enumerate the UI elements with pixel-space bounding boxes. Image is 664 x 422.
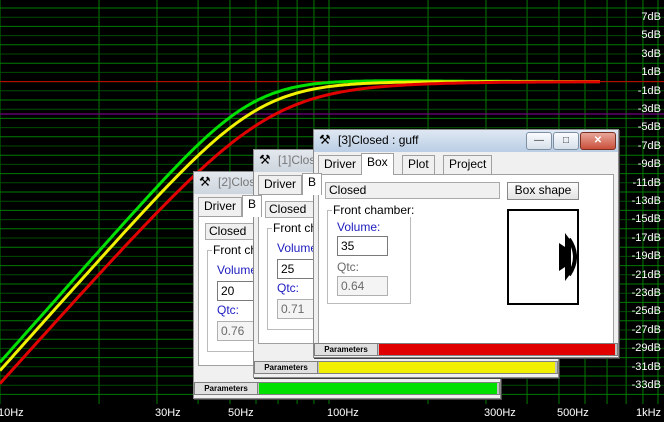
y-axis-label: -21dB <box>631 268 661 281</box>
y-axis-label: -33dB <box>631 379 661 391</box>
curve-color-swatch <box>379 344 615 355</box>
tab-driver[interactable]: Driver <box>318 155 362 174</box>
tab-project[interactable]: Project <box>443 155 493 174</box>
x-axis-label: 50Hz <box>227 407 254 419</box>
status-bar: Parameters <box>254 361 558 374</box>
y-axis-label: -13dB <box>631 195 661 207</box>
window-title: [1]Clos <box>278 153 316 167</box>
tab-driver[interactable]: Driver <box>258 175 302 194</box>
y-axis-label: -1dB <box>637 84 661 97</box>
tab-plot[interactable]: Plot <box>402 155 435 174</box>
x-axis-label: 10Hz <box>0 407 24 419</box>
y-axis-label: 3dB <box>641 47 661 60</box>
tab-box[interactable]: B <box>302 173 323 195</box>
y-axis-label: 7dB <box>641 11 661 23</box>
x-axis-label: 1kHz <box>636 407 662 419</box>
qtc-label: Qtc: <box>337 260 360 274</box>
title-bar[interactable]: ⚒ [3]Closed : guff — □ ✕ <box>314 130 618 152</box>
y-axis-label: -31dB <box>631 360 661 373</box>
y-axis-label: -7dB <box>637 139 661 152</box>
app-icon: ⚒ <box>259 152 271 167</box>
y-axis-label: -23dB <box>631 287 661 299</box>
minimize-button[interactable]: — <box>526 132 552 150</box>
qtc-label: Qtc: <box>217 303 240 317</box>
box-panel: Closed Box shape Front chamber: Volume: … <box>318 174 614 344</box>
y-axis-label: -19dB <box>631 250 661 263</box>
tab-driver[interactable]: Driver <box>198 197 242 216</box>
tab-box[interactable]: B <box>242 195 263 217</box>
y-axis-label: -9dB <box>637 158 661 171</box>
app-icon: ⚒ <box>319 132 331 147</box>
y-axis-label: -29dB <box>631 342 661 355</box>
box-shape-button[interactable]: Box shape <box>507 182 579 200</box>
status-bar: Parameters <box>314 343 618 356</box>
x-axis-label: 500Hz <box>556 407 589 419</box>
qtc-label: Qtc: <box>277 281 300 295</box>
y-axis-label: 1dB <box>641 66 661 79</box>
parameters-button[interactable]: Parameters <box>315 344 378 355</box>
y-axis-label: 5dB <box>641 29 661 42</box>
front-chamber-group: Front chamber: Volume: 35 Qtc: 0.64 <box>327 203 416 304</box>
volume-label: Volume: <box>337 220 381 234</box>
curve-color-swatch <box>319 362 555 373</box>
y-axis-label: -3dB <box>637 103 661 115</box>
status-bar: Parameters <box>194 382 500 395</box>
box-type-field: Closed <box>325 182 500 199</box>
y-axis-label: -11dB <box>632 176 661 189</box>
close-button[interactable]: ✕ <box>580 132 616 150</box>
maximize-button[interactable]: □ <box>553 132 579 150</box>
y-axis-label: -17dB <box>631 231 661 244</box>
volume-input[interactable]: 35 <box>337 236 388 256</box>
box-shape-diagram <box>507 209 579 305</box>
app-icon: ⚒ <box>199 174 211 189</box>
front-chamber-label: Front chamber: <box>332 203 416 217</box>
tab-box[interactable]: Box <box>361 153 394 175</box>
parameters-button[interactable]: Parameters <box>255 362 318 373</box>
y-axis-label: -25dB <box>631 305 661 318</box>
y-axis-label: -5dB <box>637 121 661 134</box>
window-title: [2]Clos <box>218 175 256 189</box>
y-axis-label: -15dB <box>631 213 661 226</box>
curve-color-swatch <box>259 383 497 394</box>
x-axis-label: 30Hz <box>154 407 181 419</box>
parameters-button[interactable]: Parameters <box>195 383 258 394</box>
x-axis-label: 100Hz <box>327 407 359 419</box>
y-axis-label: -27dB <box>631 323 661 336</box>
window-title: [3]Closed : guff <box>338 133 419 147</box>
qtc-value: 0.64 <box>337 276 388 296</box>
window-closed-3[interactable]: ⚒ [3]Closed : guff — □ ✕ Driver Box Plot… <box>313 129 619 358</box>
x-axis-label: 300Hz <box>483 407 516 419</box>
